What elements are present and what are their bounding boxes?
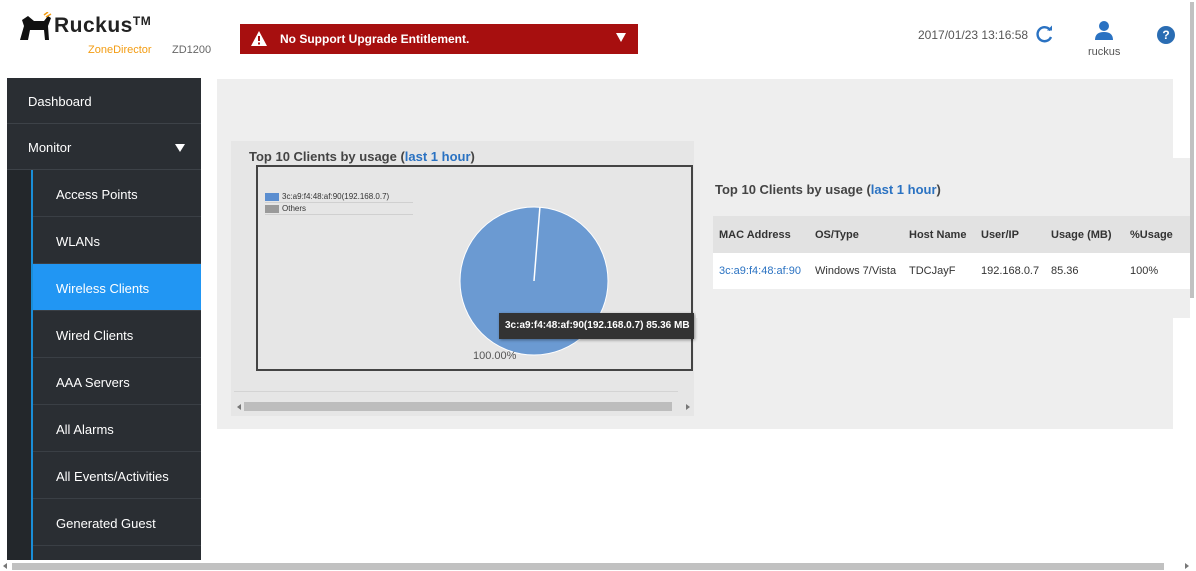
sidebar-item-all-alarms[interactable]: All Alarms xyxy=(33,405,201,452)
column-header[interactable]: Usage (MB) xyxy=(1045,216,1124,253)
column-header[interactable]: MAC Address xyxy=(713,216,809,253)
user-label: ruckus xyxy=(1088,46,1121,58)
table-widget-title: Top 10 Clients by usage (last 1 hour) xyxy=(715,182,941,197)
sidebar-item-generated-guest[interactable]: Generated Guest xyxy=(33,499,201,546)
clients-table: MAC Address OS/Type Host Name User/IP Us… xyxy=(713,216,1190,289)
sidebar-item-monitor[interactable]: Monitor xyxy=(7,124,201,170)
sidebar-item-label: All Events/Activities xyxy=(56,469,169,484)
sidebar-item-label: AAA Servers xyxy=(56,375,130,390)
user-menu[interactable]: ruckus xyxy=(1082,18,1126,64)
pie-widget-title: Top 10 Clients by usage (last 1 hour) xyxy=(249,149,475,164)
dog-logo-icon xyxy=(20,12,52,40)
sidebar-item-label: Dashboard xyxy=(28,94,92,109)
page-vertical-scrollbar[interactable] xyxy=(1189,0,1196,300)
column-header[interactable]: User/IP xyxy=(975,216,1045,253)
table-cell: Windows 7/Vista xyxy=(809,253,903,289)
help-icon[interactable]: ? xyxy=(1157,26,1175,44)
column-header[interactable]: OS/Type xyxy=(809,216,903,253)
pie-chart-frame: 3c:a9:f4:48:af:90(192.168.0.7) Others 10… xyxy=(256,165,693,371)
user-icon xyxy=(1095,21,1113,40)
ruckus-logo[interactable]: RuckusTM ZoneDirector ZD1200 xyxy=(18,10,218,70)
last-hour-link[interactable]: last 1 hour xyxy=(405,149,471,164)
sidebar-item-more[interactable] xyxy=(33,546,201,560)
sidebar-item-access-points[interactable]: Access Points xyxy=(33,170,201,217)
support-alert-banner[interactable]: No Support Upgrade Entitlement. xyxy=(240,24,638,54)
pie-widget: Top 10 Clients by usage (last 1 hour) 3c… xyxy=(231,141,694,416)
current-datetime: 2017/01/23 13:16:58 xyxy=(918,28,1029,42)
sidebar-item-aaa-servers[interactable]: AAA Servers xyxy=(33,358,201,405)
pie-percent-label: 100.00% xyxy=(473,350,517,362)
table-header-row: MAC Address OS/Type Host Name User/IP Us… xyxy=(713,216,1190,253)
table-cell: 192.168.0.7 xyxy=(975,253,1045,289)
sidebar-item-label: Generated Guest xyxy=(56,516,156,531)
scrollbar-thumb[interactable] xyxy=(1190,2,1194,298)
scroll-left-icon[interactable] xyxy=(3,563,7,569)
sidebar-item-all-events[interactable]: All Events/Activities xyxy=(33,452,201,499)
sidebar-item-dashboard[interactable]: Dashboard xyxy=(7,78,201,124)
divider xyxy=(234,391,678,392)
warning-icon xyxy=(251,31,267,46)
header: RuckusTM ZoneDirector ZD1200 No Support … xyxy=(0,0,1196,78)
scroll-right-icon[interactable] xyxy=(686,404,690,410)
scrollbar-thumb[interactable] xyxy=(244,402,672,411)
scrollbar-thumb[interactable] xyxy=(12,563,1164,570)
chevron-down-icon[interactable] xyxy=(616,33,626,42)
sidebar-item-wlans[interactable]: WLANs xyxy=(33,217,201,264)
sidebar-item-label: Access Points xyxy=(56,187,138,202)
pie-tooltip: 3c:a9:f4:48:af:90(192.168.0.7) 85.36 MB xyxy=(499,313,694,339)
brand-name: RuckusTM xyxy=(54,14,152,37)
chevron-down-icon xyxy=(175,144,185,152)
table-row[interactable]: 3c:a9:f4:48:af:90 Windows 7/Vista TDCJay… xyxy=(713,253,1190,289)
table-cell: 100% xyxy=(1124,253,1190,289)
sidebar-item-label: Monitor xyxy=(28,140,72,155)
column-header[interactable]: Host Name xyxy=(903,216,975,253)
table-widget: Top 10 Clients by usage (last 1 hour) MA… xyxy=(696,158,1190,318)
table-cell: TDCJayF xyxy=(903,253,975,289)
page-horizontal-scrollbar[interactable] xyxy=(0,561,1196,571)
column-header[interactable]: %Usage xyxy=(1124,216,1190,253)
scroll-right-icon[interactable] xyxy=(1185,563,1189,569)
sidebar-item-label: All Alarms xyxy=(56,422,114,437)
table-cell: 85.36 xyxy=(1045,253,1124,289)
sidebar-item-label: Wireless Clients xyxy=(56,281,150,296)
last-hour-link[interactable]: last 1 hour xyxy=(871,182,937,197)
sidebar: Dashboard Monitor Access Points WLANs Wi… xyxy=(7,78,201,560)
alert-text: No Support Upgrade Entitlement. xyxy=(280,32,470,46)
scroll-left-icon[interactable] xyxy=(237,404,241,410)
sidebar-item-wired-clients[interactable]: Wired Clients xyxy=(33,311,201,358)
sidebar-item-wireless-clients[interactable]: Wireless Clients xyxy=(33,264,201,311)
monitor-submenu: Access Points WLANs Wireless Clients Wir… xyxy=(7,170,201,560)
sidebar-item-label: WLANs xyxy=(56,234,101,249)
refresh-icon[interactable] xyxy=(1035,24,1055,44)
sidebar-item-label: Wired Clients xyxy=(56,328,134,343)
mac-address-cell[interactable]: 3c:a9:f4:48:af:90 xyxy=(713,253,809,289)
model-name: ZD1200 xyxy=(172,44,212,56)
pie-horizontal-scrollbar[interactable] xyxy=(234,391,690,412)
product-name: ZoneDirector xyxy=(88,44,152,56)
